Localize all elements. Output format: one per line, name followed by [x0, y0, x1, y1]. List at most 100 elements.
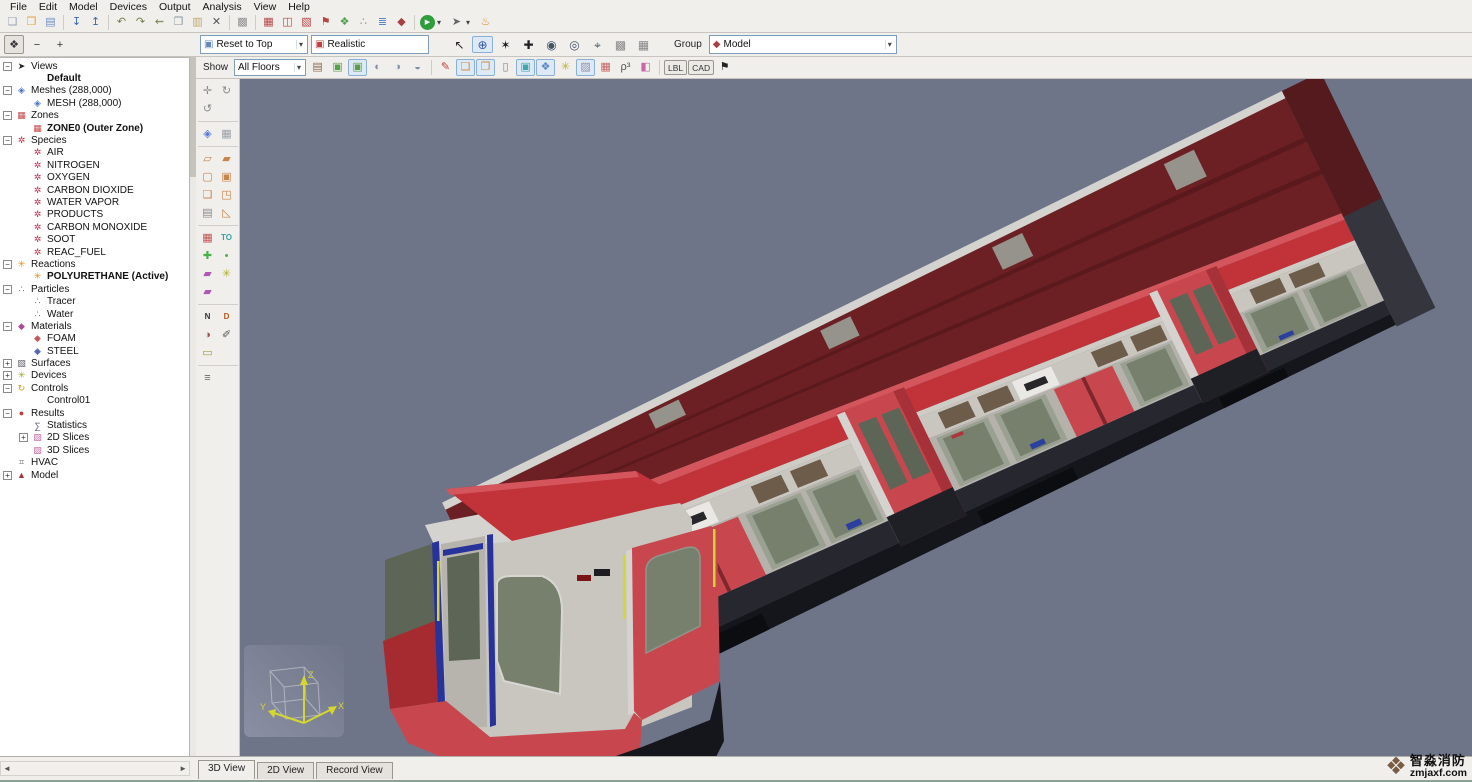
save-file-icon[interactable]: ▤: [41, 14, 60, 31]
tree-item[interactable]: + ▲ Model: [1, 469, 189, 481]
menu-output[interactable]: Output: [153, 1, 197, 13]
tree-item[interactable]: ✳ POLYURETHANE (Active): [1, 271, 189, 283]
tree-item[interactable]: ∴ Water: [1, 308, 189, 320]
stairs-tool-icon[interactable]: ▤: [198, 204, 217, 222]
zoom-box-tool-icon[interactable]: ◎: [564, 36, 585, 53]
menu-model[interactable]: Model: [63, 1, 104, 13]
slab-tool-icon[interactable]: ▱: [198, 150, 217, 168]
zoom-tool-icon[interactable]: ◉: [541, 36, 562, 53]
export-file-icon[interactable]: ↥: [86, 14, 105, 31]
tree-expander[interactable]: −: [3, 322, 12, 331]
tree-item[interactable]: Default: [1, 72, 189, 84]
tree-expander[interactable]: +: [3, 371, 12, 380]
tree-expander[interactable]: −: [3, 111, 12, 120]
box-tool-icon[interactable]: ❑: [198, 186, 217, 204]
tree-item[interactable]: − ◆ Materials: [1, 320, 189, 332]
paste-icon[interactable]: ▥: [188, 14, 207, 31]
copy-icon[interactable]: ❐: [169, 14, 188, 31]
group-select[interactable]: ◆ Model ▾: [709, 35, 897, 54]
rotate-tool-icon[interactable]: ↻: [217, 82, 236, 100]
tree-expander[interactable]: −: [3, 409, 12, 418]
new-file-icon[interactable]: ❏: [3, 14, 22, 31]
tree-item[interactable]: ✲ REAC_FUEL: [1, 246, 189, 258]
floors-select[interactable]: All Floors ▾: [234, 59, 306, 76]
point-device-tool-icon[interactable]: •: [217, 247, 236, 265]
scroll-left-icon[interactable]: ◄: [3, 764, 11, 773]
tree-item[interactable]: ◈ MESH (288,000): [1, 97, 189, 109]
tree-item[interactable]: ✲ CARBON MONOXIDE: [1, 221, 189, 233]
sprinkler-tool-icon[interactable]: ✳: [217, 265, 236, 283]
tree-item[interactable]: ✲ AIR: [1, 147, 189, 159]
expand-all-button[interactable]: +: [50, 35, 70, 54]
tree-item[interactable]: ∴ Tracer: [1, 295, 189, 307]
menu-help[interactable]: Help: [282, 1, 316, 13]
mesh-tool-icon[interactable]: ◈: [198, 125, 217, 143]
layers-icon[interactable]: ≣: [373, 14, 392, 31]
open-vent-tool-icon[interactable]: TO: [217, 229, 236, 247]
menu-analysis[interactable]: Analysis: [197, 1, 248, 13]
tree-item[interactable]: − ▦ Zones: [1, 110, 189, 122]
tab-record-view[interactable]: Record View: [316, 762, 393, 779]
tree-expander[interactable]: −: [3, 136, 12, 145]
menu-edit[interactable]: Edit: [33, 1, 63, 13]
dimension-tool-icon[interactable]: D: [217, 308, 236, 326]
new-slice-icon[interactable]: ▧: [297, 14, 316, 31]
tree-expander[interactable]: −: [3, 384, 12, 393]
tree-item[interactable]: − ● Results: [1, 407, 189, 419]
record-points-icon[interactable]: ∴: [354, 14, 373, 31]
flag-icon[interactable]: ⚑: [715, 59, 734, 76]
tree-item[interactable]: ∑ Statistics: [1, 419, 189, 431]
labels-toggle[interactable]: LBL: [664, 60, 687, 75]
run-pointer-icon[interactable]: ➤: [447, 14, 466, 31]
tree-horizontal-scrollbar[interactable]: ◄ ►: [0, 761, 190, 776]
run-simulation-button[interactable]: ▶: [418, 14, 437, 31]
move-tool-icon[interactable]: ✛: [198, 82, 217, 100]
slice-planes-icon[interactable]: ▦: [596, 59, 615, 76]
pan-tool-icon[interactable]: ✚: [518, 36, 539, 53]
eyedropper-tool-icon[interactable]: ✐: [217, 326, 236, 344]
grid-tool-icon[interactable]: ▦: [217, 125, 236, 143]
block2-tool-icon[interactable]: ▣: [217, 168, 236, 186]
menu-devices[interactable]: Devices: [104, 1, 153, 13]
textures-toggle-icon[interactable]: ▣: [348, 59, 367, 76]
floors-icon[interactable]: ▤: [308, 59, 327, 76]
north-tool-icon[interactable]: N: [198, 308, 217, 326]
tree-item[interactable]: ✲ SOOT: [1, 233, 189, 245]
vent-tool-icon[interactable]: ▦: [198, 229, 217, 247]
tab-2d-view[interactable]: 2D View: [257, 762, 314, 779]
new-bookmark-icon[interactable]: ⚑: [316, 14, 335, 31]
slice-tool-icon[interactable]: ▰: [198, 265, 217, 283]
show-meshes-toggle-icon[interactable]: ❖: [536, 59, 555, 76]
wireframe-view-icon[interactable]: ▦: [633, 36, 654, 53]
show-vents-icon[interactable]: ▯: [496, 59, 515, 76]
tree-item[interactable]: − ↻ Controls: [1, 382, 189, 394]
tree-item[interactable]: ✲ OXYGEN: [1, 172, 189, 184]
tree-item[interactable]: − ✳ Reactions: [1, 258, 189, 270]
tree-item[interactable]: ▦ ZONE0 (Outer Zone): [1, 122, 189, 134]
tree-item[interactable]: ▨ 3D Slices: [1, 444, 189, 456]
open-file-icon[interactable]: ❒: [22, 14, 41, 31]
show-devices-toggle-icon[interactable]: ▣: [516, 59, 535, 76]
delete-icon[interactable]: ✕: [207, 14, 226, 31]
snapshot-toggle-icon[interactable]: ▨: [576, 59, 595, 76]
outline-shading-icon[interactable]: ◒: [408, 59, 427, 76]
collapse-all-button[interactable]: −: [27, 35, 47, 54]
show-sprinklers-icon[interactable]: ✳: [556, 59, 575, 76]
flat-shading-icon[interactable]: ◑: [388, 59, 407, 76]
new-mesh-icon[interactable]: ▦: [259, 14, 278, 31]
tree-item[interactable]: ✲ NITROGEN: [1, 159, 189, 171]
filter-view-button[interactable]: ❖: [4, 35, 24, 54]
tree-item[interactable]: ◆ STEEL: [1, 345, 189, 357]
chevron-down-icon[interactable]: ▾: [294, 63, 303, 72]
slab2-tool-icon[interactable]: ▰: [217, 150, 236, 168]
tree-item[interactable]: ✲ WATER VAPOR: [1, 196, 189, 208]
block-select-icon[interactable]: ▩: [233, 14, 252, 31]
device-tool-icon[interactable]: ✚: [198, 247, 217, 265]
density-icon[interactable]: ρ³: [616, 59, 635, 76]
vent-slice-icon[interactable]: ◧: [636, 59, 655, 76]
block-tool-icon[interactable]: ▢: [198, 168, 217, 186]
cad-toggle[interactable]: CAD: [688, 60, 714, 75]
tree-expander[interactable]: −: [3, 285, 12, 294]
tree-item[interactable]: + ✳ Devices: [1, 370, 189, 382]
render-mode-select[interactable]: ▣ Realistic: [311, 35, 429, 54]
